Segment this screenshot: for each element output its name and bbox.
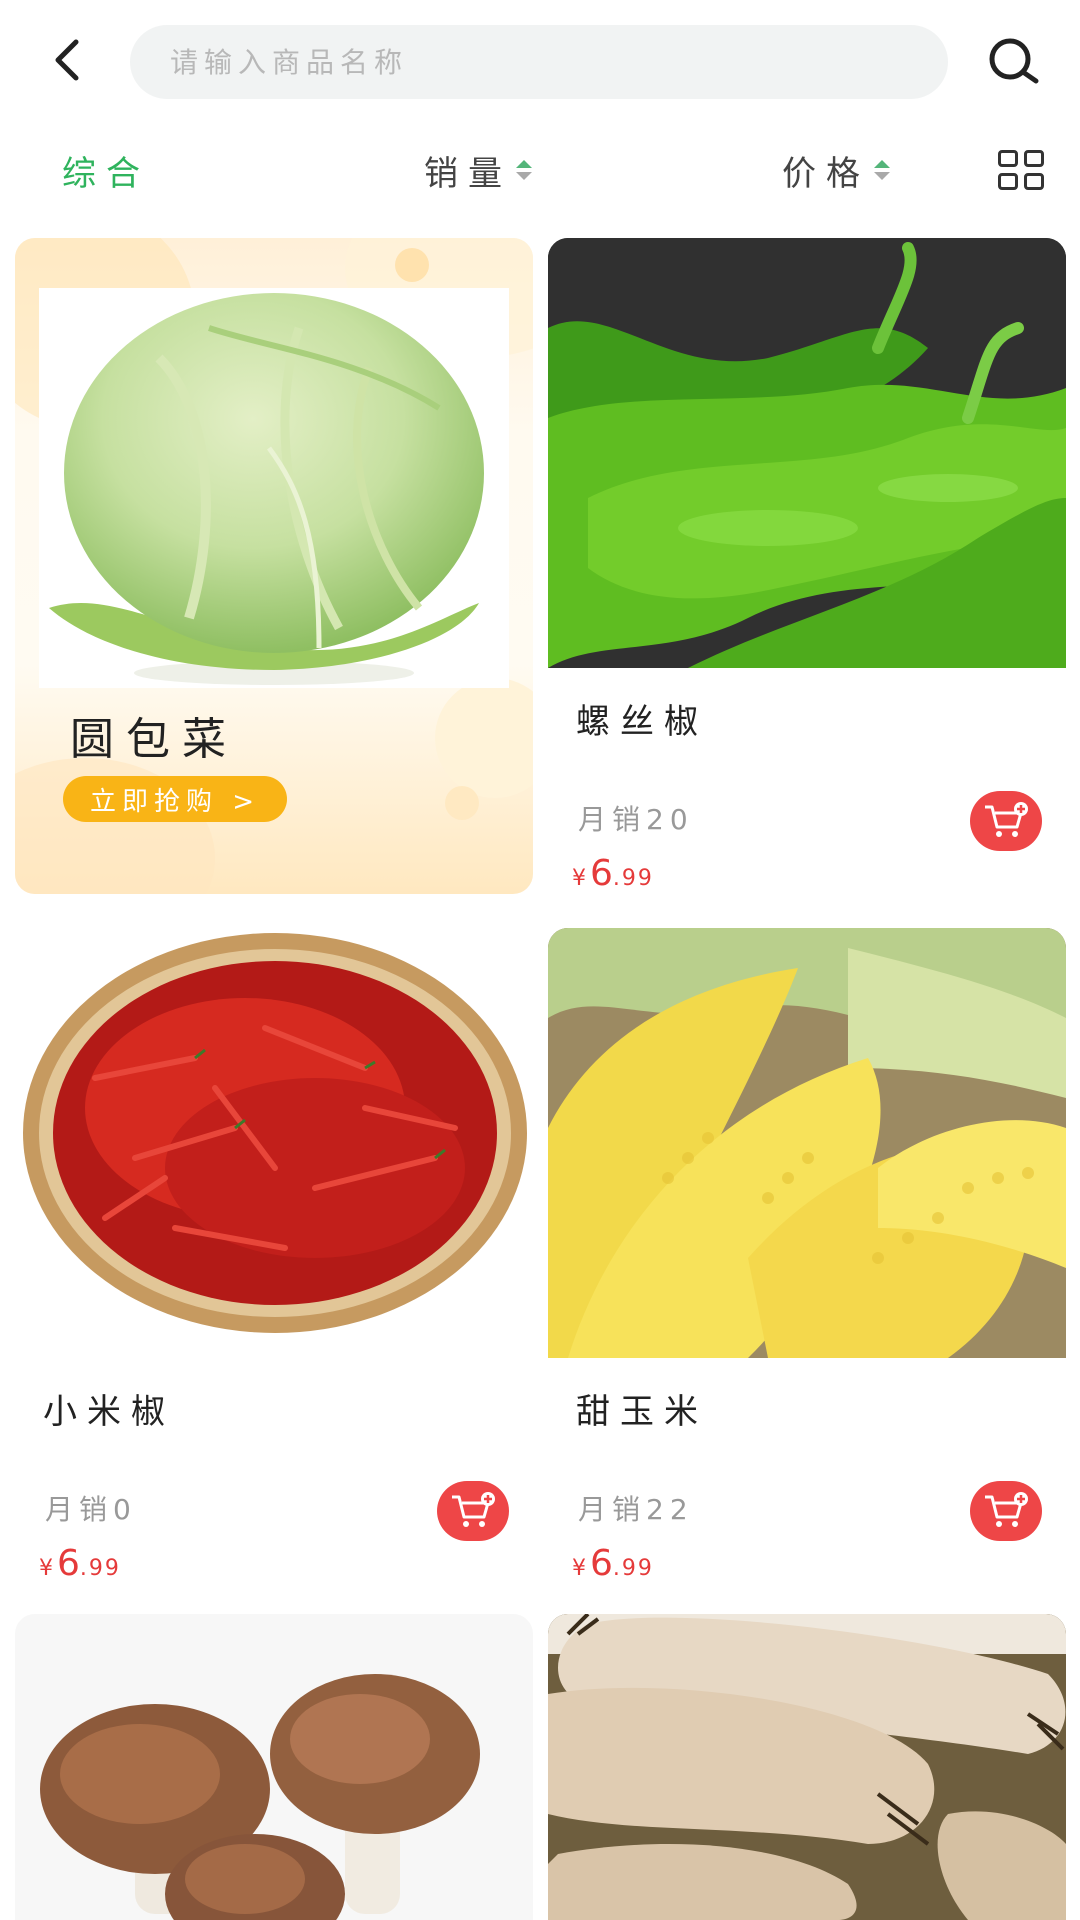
search-icon bbox=[989, 38, 1039, 84]
add-to-cart-button[interactable] bbox=[437, 1481, 509, 1541]
product-name: 小米椒 bbox=[43, 1392, 175, 1432]
buy-now-button[interactable]: 立即抢购 > bbox=[63, 776, 287, 822]
filter-sales-label: 销量 bbox=[424, 153, 512, 194]
cart-add-icon bbox=[452, 1492, 495, 1527]
product-image bbox=[15, 1614, 533, 1920]
product-sales: 月销22 bbox=[578, 1493, 694, 1526]
filter-bar: 综合 销量 价格 bbox=[0, 130, 1080, 210]
product-sales: 月销0 bbox=[45, 1493, 137, 1526]
product-image bbox=[15, 928, 533, 1358]
price-symbol: ¥ bbox=[572, 1556, 586, 1581]
price-decimal: .99 bbox=[79, 1556, 121, 1581]
price-decimal: .99 bbox=[612, 866, 654, 891]
filter-sales[interactable]: 销量 bbox=[424, 144, 532, 196]
chevron-left-icon bbox=[55, 39, 79, 81]
price-integer: 6 bbox=[590, 1543, 613, 1584]
add-to-cart-button[interactable] bbox=[970, 1481, 1042, 1541]
promo-card[interactable]: 圆包菜 立即抢购 > bbox=[15, 238, 533, 894]
add-to-cart-button[interactable] bbox=[970, 791, 1042, 851]
back-button[interactable] bbox=[40, 32, 96, 88]
grid-view-icon[interactable] bbox=[998, 150, 1046, 192]
cabbage-image bbox=[39, 288, 509, 688]
filter-comprehensive[interactable]: 综合 bbox=[62, 144, 150, 196]
product-image bbox=[548, 1614, 1066, 1920]
search-bar[interactable] bbox=[130, 25, 948, 99]
product-name: 甜玉米 bbox=[576, 1392, 708, 1432]
sort-arrows-icon bbox=[516, 160, 532, 180]
cart-add-icon bbox=[985, 802, 1028, 837]
product-image bbox=[548, 928, 1066, 1358]
product-card[interactable] bbox=[548, 1614, 1066, 1920]
price-symbol: ¥ bbox=[39, 1556, 53, 1581]
price-decimal: .99 bbox=[612, 1556, 654, 1581]
product-sales: 月销20 bbox=[578, 803, 694, 836]
price-integer: 6 bbox=[590, 853, 613, 894]
product-price: ¥ 6 .99 bbox=[39, 1543, 121, 1584]
price-integer: 6 bbox=[57, 1543, 80, 1584]
filter-price-label: 价格 bbox=[782, 153, 870, 194]
top-bar bbox=[0, 0, 1080, 120]
product-image bbox=[548, 238, 1066, 668]
search-input[interactable] bbox=[170, 45, 948, 79]
product-price: ¥ 6 .99 bbox=[572, 1543, 654, 1584]
filter-price[interactable]: 价格 bbox=[782, 144, 890, 196]
sort-arrows-icon bbox=[874, 160, 890, 180]
product-card[interactable]: 甜玉米 月销22 ¥ 6 .99 bbox=[548, 928, 1066, 1584]
product-name: 螺丝椒 bbox=[576, 702, 708, 742]
product-card[interactable] bbox=[15, 1614, 533, 1920]
filter-comprehensive-label: 综合 bbox=[62, 153, 150, 194]
search-button[interactable] bbox=[985, 34, 1043, 92]
price-symbol: ¥ bbox=[572, 866, 586, 891]
promo-title: 圆包菜 bbox=[70, 714, 238, 765]
product-card[interactable]: 小米椒 月销0 ¥ 6 .99 bbox=[15, 928, 533, 1584]
cart-add-icon bbox=[985, 1492, 1028, 1527]
product-price: ¥ 6 .99 bbox=[572, 853, 654, 894]
product-card[interactable]: 螺丝椒 月销20 ¥ 6 .99 bbox=[548, 238, 1066, 894]
